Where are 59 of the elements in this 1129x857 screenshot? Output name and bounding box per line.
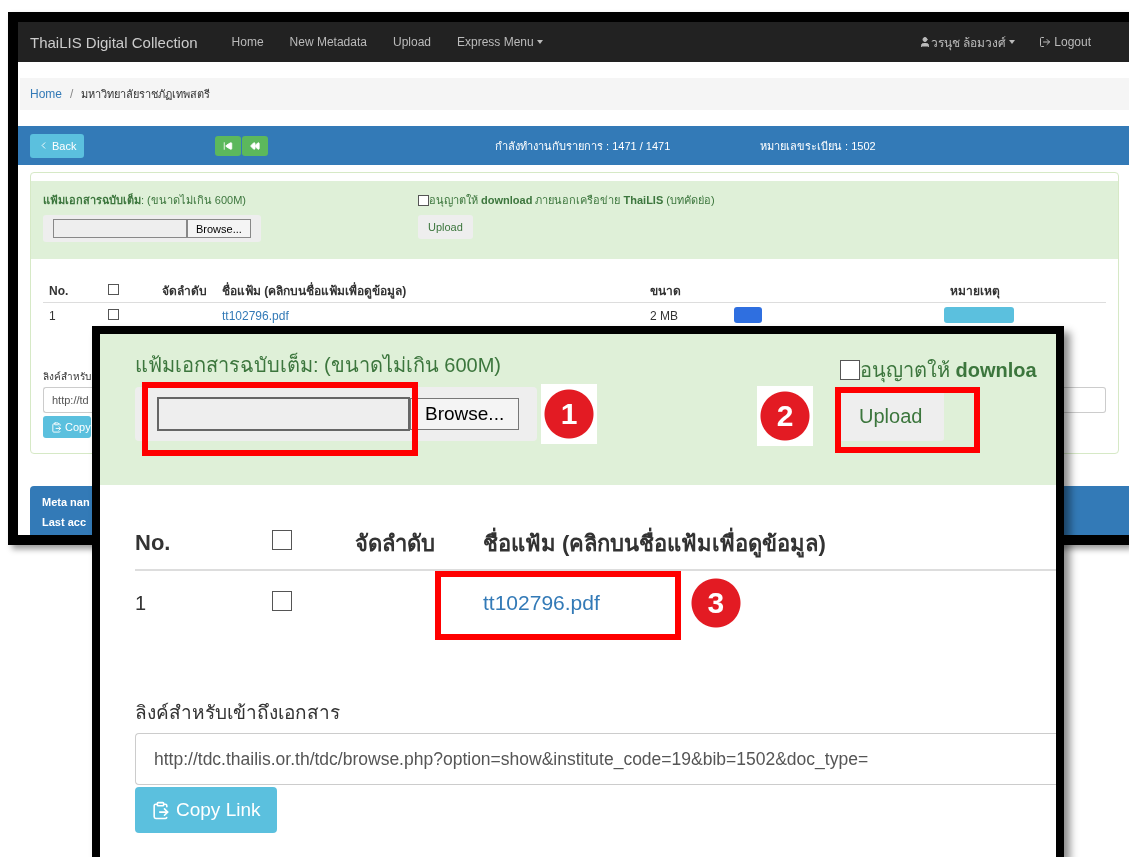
url-field[interactable]: http://tdc.thailis.or.th/tdc/browse.php?option=show&institute_code=19&bib=1502&doc_type= [135, 733, 1056, 785]
clipboard-icon [151, 800, 170, 820]
previous-button[interactable] [242, 135, 268, 156]
column-header: No. [48, 283, 70, 298]
logout-link[interactable]: Logout [1039, 35, 1091, 49]
column-header: ชื่อแฟ้ม (คลิกบนชื่อแฟ้มเพื่อดูข้อมูล) [221, 281, 408, 300]
nav-link[interactable]: Upload [392, 35, 431, 49]
checkbox[interactable] [272, 530, 292, 550]
file-label: แฟ้มเอกสารฉบับเต็ม: (ขนาดไม่เกิน 600M) [135, 354, 502, 376]
meta-text: Meta nan [42, 496, 90, 508]
column-header: ชื่อแฟ้ม (คลิกบนชื่อแฟ้มเพื่อดูข้อมูล) [483, 525, 1056, 561]
nav-link[interactable]: Home [231, 35, 264, 49]
column-header: จัดลำดับ [355, 529, 436, 558]
checkbox[interactable] [108, 283, 119, 295]
file-link[interactable]: tt102796.pdf [483, 591, 600, 615]
upload-button[interactable]: Upload [418, 215, 473, 239]
rewind-icon [250, 140, 260, 151]
breadcrumb-current: มหาวิทยาลัยราชภัฏเทพสตรี [81, 87, 211, 102]
checkbox[interactable] [418, 194, 429, 206]
first-button[interactable] [215, 135, 241, 156]
column-header: ขนาด [649, 283, 682, 300]
breadcrumb-link[interactable]: Home [30, 87, 62, 101]
checkbox-label: อนุญาตให้ downloa [860, 358, 1037, 385]
file-picker[interactable]: Browse... [43, 215, 261, 242]
column-header: No. [135, 530, 172, 556]
file-label: แฟ้มเอกสารฉบับเต็ม: (ขนาดไม่เกิน 600M) [43, 192, 246, 208]
link-label: ลิงค์สำหรับเข้าถึงเอกสาร [135, 701, 340, 725]
checkbox[interactable] [108, 309, 119, 320]
breadcrumb-separator: / [70, 87, 74, 101]
user-menu[interactable]: วรนุช ล้อมวงศ์ [918, 32, 1016, 52]
file-input[interactable] [157, 397, 410, 431]
clipboard-icon [51, 421, 62, 433]
delete-button[interactable] [734, 306, 762, 323]
checkbox-label: อนุญาตให้ download ภายนอกเครือข่าย ThaiLIS (บทคัดย่อ) [429, 193, 715, 209]
file-input[interactable] [53, 219, 187, 238]
table-cell-text: 1 [135, 591, 148, 615]
file-picker[interactable]: Browse... [135, 387, 538, 441]
callout-number: 1 [541, 384, 598, 444]
meta-text: Last acc [42, 516, 87, 528]
record-number: หมายเลขระเบียน : 1502 [760, 138, 877, 154]
column-header: หมายเหตุ [949, 283, 1001, 300]
file-link[interactable]: tt102796.pdf [216, 309, 644, 323]
nav-link[interactable]: Express Menu [457, 35, 543, 49]
link-label: ลิงค์สำหรับ [43, 370, 91, 384]
skip-back-icon [223, 140, 233, 151]
caret-icon [1009, 40, 1016, 44]
brand-title[interactable]: ThaiLIS Digital Collection [30, 33, 198, 51]
record-status: กำลังทำงานกับรายการ : 1471 / 1471 [495, 138, 672, 154]
browse-button[interactable]: Browse... [410, 398, 520, 430]
browse-button[interactable]: Browse... [187, 219, 251, 238]
callout-number: 2 [757, 386, 813, 446]
table-cell-text: 2 MB [649, 309, 679, 323]
logout-icon [1039, 36, 1052, 48]
checkbox[interactable] [272, 590, 292, 611]
nav-link[interactable]: New Metadata [289, 35, 367, 49]
column-header: จัดลำดับ [161, 283, 208, 300]
checkbox[interactable] [840, 360, 860, 380]
table-cell-text: 1 [48, 309, 57, 323]
user-icon [918, 36, 931, 48]
